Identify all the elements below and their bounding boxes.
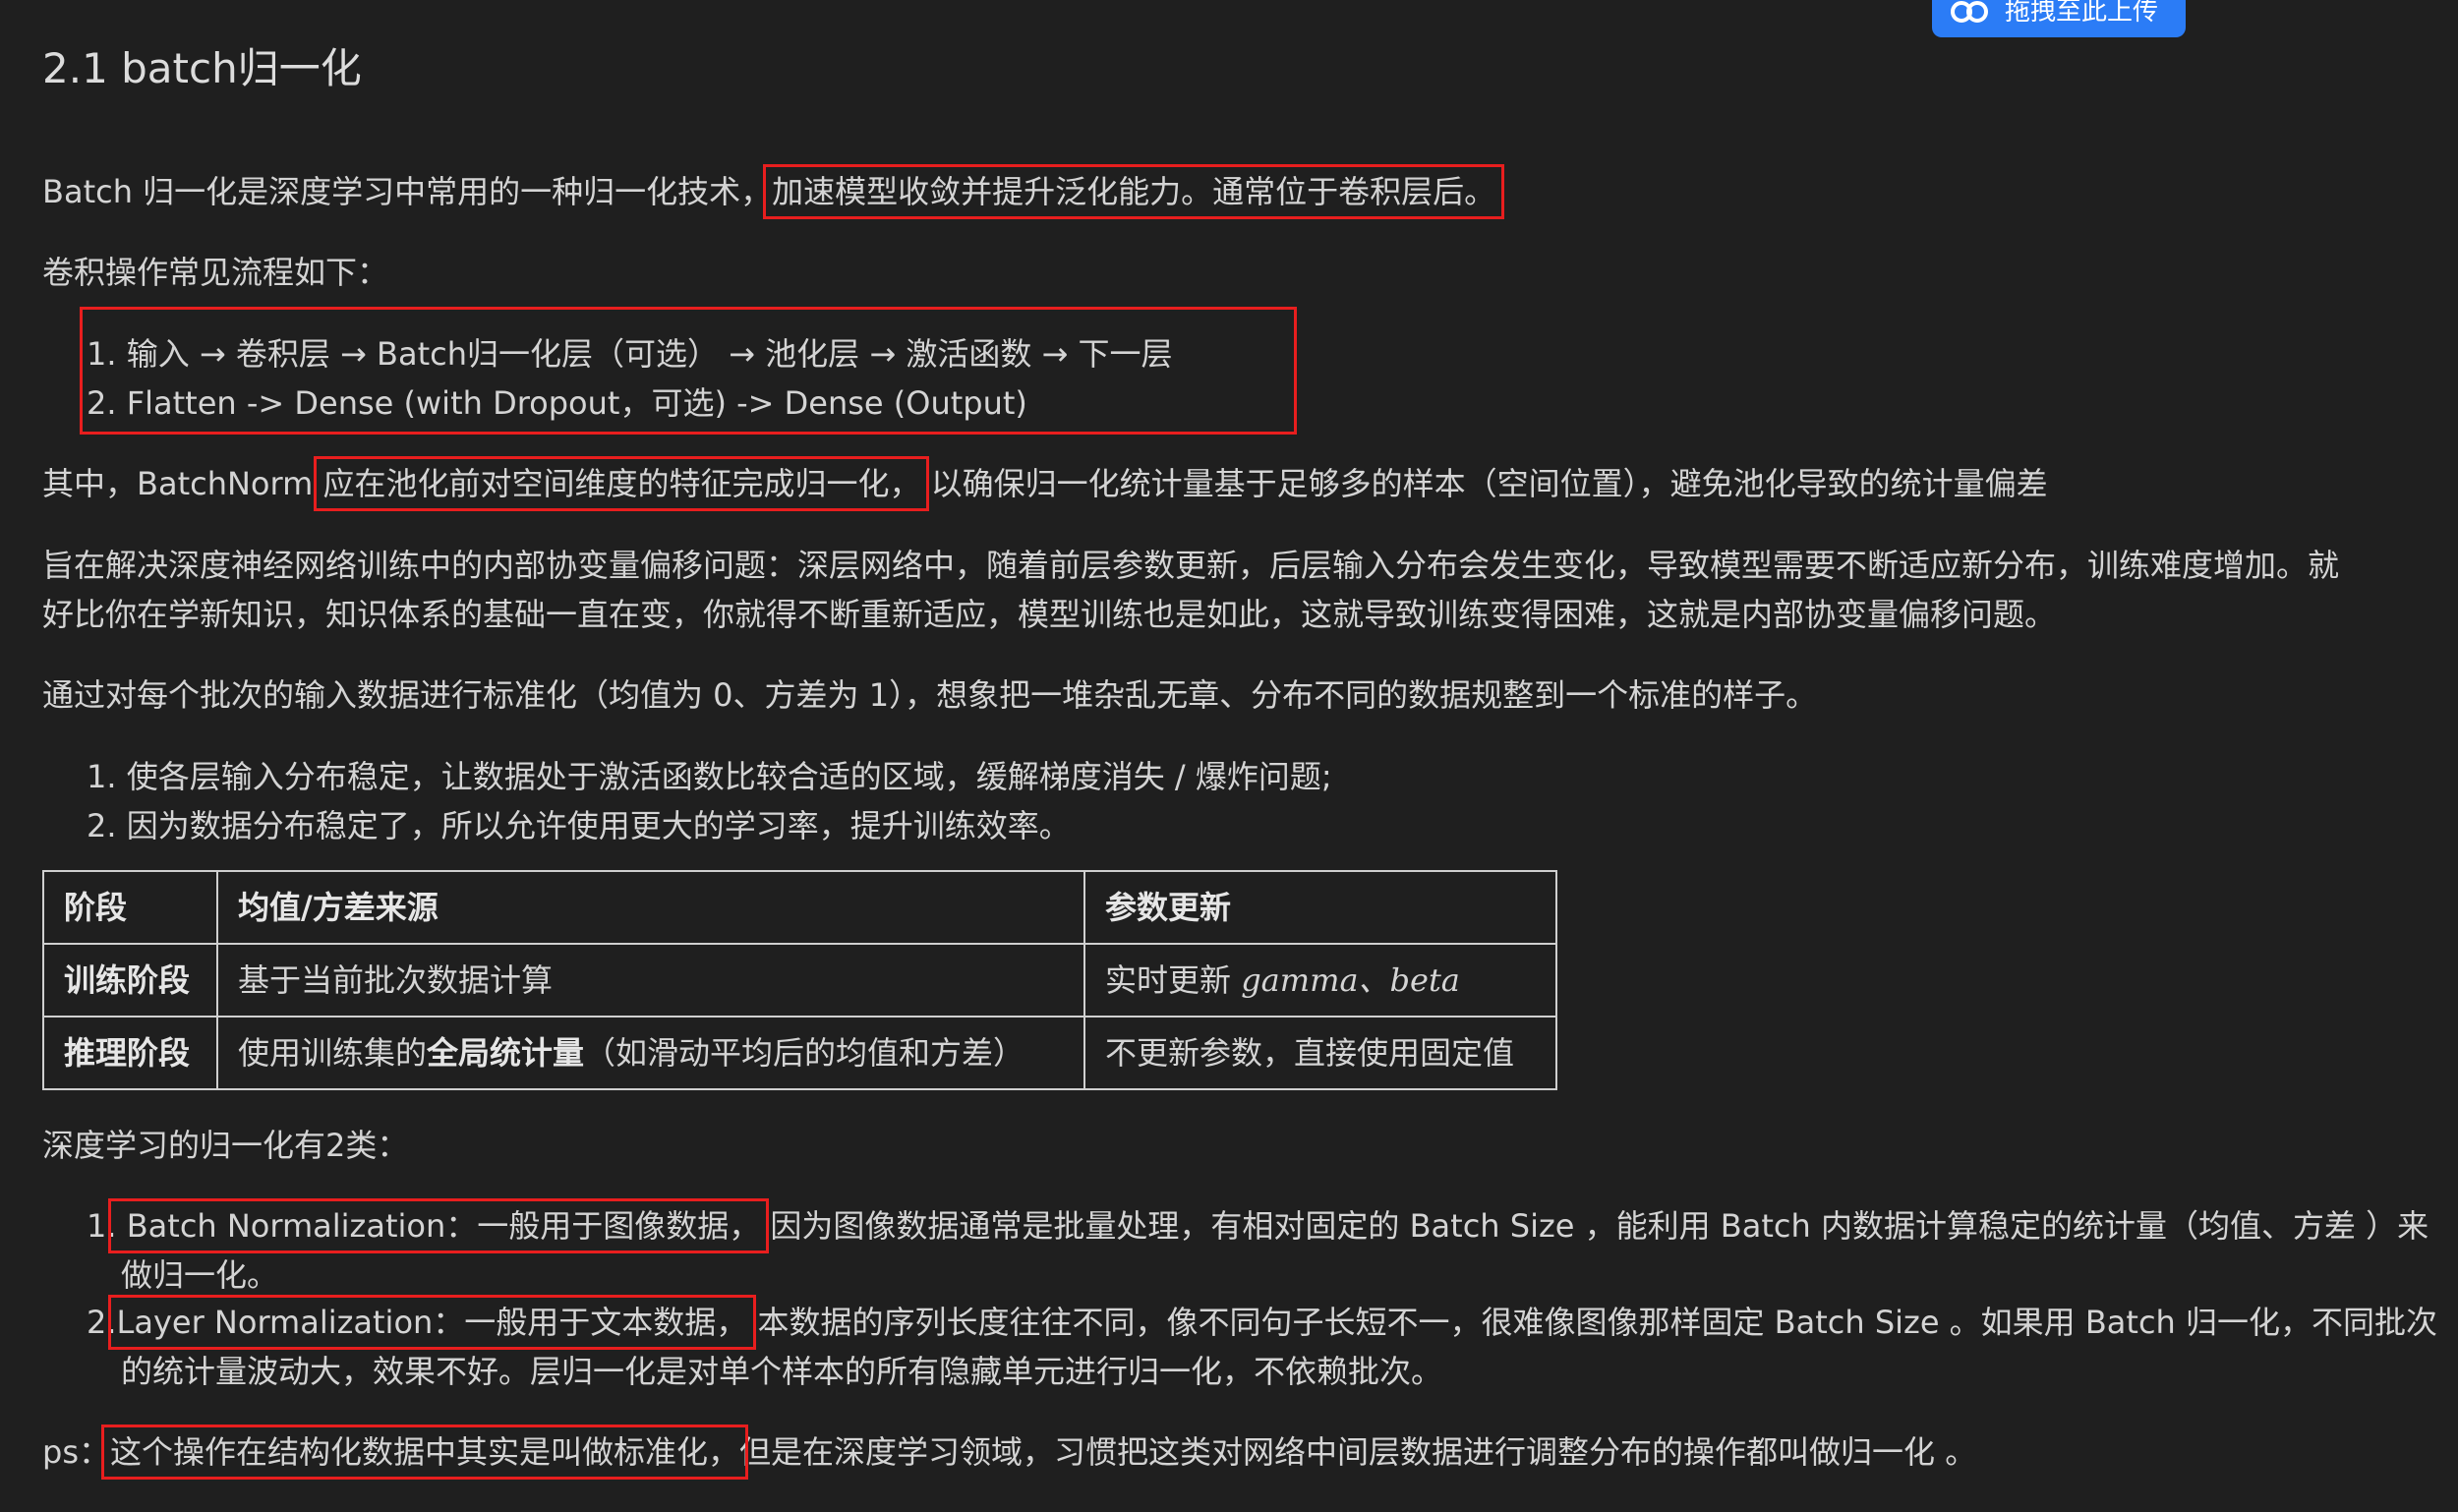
paragraph-covariate-line2: 好比你在学新知识，知识体系的基础一直在变，你就得不断重新适应，模型训练也是如此，… <box>42 596 2057 633</box>
ps-prefix: ps： <box>42 1433 110 1471</box>
benefits-list-item: 2. 因为数据分布稳定了，所以允许使用更大的学习率，提升训练效率。 <box>87 807 1071 844</box>
cloud-link-icon <box>1951 1 1988 23</box>
upload-button[interactable]: 拖拽至此上传 <box>1932 0 2186 37</box>
list-item-text: 本数据的序列长度往往不同，像不同句子长短不一，很难像图像那样固定 Batch S… <box>757 1304 2438 1341</box>
list-item-text: 因为图像数据通常是批量处理，有相对固定的 Batch Size ，能利用 Bat… <box>770 1207 2429 1245</box>
table-header-cell: 均值/方差来源 <box>216 870 1085 945</box>
paragraph-batchnorm: 其中，BatchNorm 应在池化前对空间维度的特征完成归一化， 以确保归一化统… <box>42 456 2048 511</box>
list-number: 1. <box>87 1207 117 1245</box>
list-number: 2. <box>87 1304 117 1341</box>
norm-label: 深度学习的归一化有2类： <box>42 1127 409 1164</box>
update-math: gamma、beta <box>1241 961 1460 999</box>
paragraph-intro: Batch 归一化是深度学习中常用的一种归一化技术，加速模型收敛并提升泛化能力。… <box>42 164 1505 219</box>
batchnorm-text: 其中，BatchNorm <box>42 465 323 502</box>
table-row: 推理阶段 使用训练集的全局统计量（如滑动平均后的均值和方差） 不更新参数，直接使… <box>42 1016 1557 1090</box>
list-item-continuation: 的统计量波动大，效果不好。层归一化是对单个样本的所有隐藏单元进行归一化，不依赖批… <box>121 1353 1443 1390</box>
layernorm-type-highlight: Layer Normalization：一般用于文本数据， <box>107 1295 757 1350</box>
paragraph-standardize: 通过对每个批次的输入数据进行标准化（均值为 0、方差为 1），想象把一堆杂乱无章… <box>42 676 1818 714</box>
update-text: 实时更新 <box>1105 961 1242 999</box>
benefits-list-item: 1. 使各层输入分布稳定，让数据处于激活函数比较合适的区域，缓解梯度消失 / 爆… <box>87 758 1332 795</box>
table-cell-update: 不更新参数，直接使用固定值 <box>1083 1016 1557 1090</box>
list-item: 1. Batch Normalization：一般用于图像数据， 因为图像数据通… <box>87 1198 2429 1253</box>
intro-text: Batch 归一化是深度学习中常用的一种归一化技术， <box>42 173 773 210</box>
flow-label: 卷积操作常见流程如下： <box>42 254 389 291</box>
list-item: 2.Layer Normalization：一般用于文本数据， 本数据的序列长度… <box>87 1295 2438 1350</box>
section-title: 2.1 batch归一化 <box>42 44 362 92</box>
intro-highlight: 加速模型收敛并提升泛化能力。通常位于卷积层后。 <box>763 164 1505 219</box>
ps-text-after: 但是在深度学习领域，习惯把这类对网络中间层数据进行调整分布的操作都叫做归一化 。 <box>739 1433 1977 1471</box>
batchnorm-text-after: 以确保归一化统计量基于足够多的样本（空间位置），避免池化导致的统计量偏差 <box>920 465 2048 502</box>
flow-highlight-box <box>80 307 1297 435</box>
table-cell-stage: 训练阶段 <box>42 943 218 1018</box>
document-page: 拖拽至此上传 2.1 batch归一化 Batch 归一化是深度学习中常用的一种… <box>42 0 2458 1512</box>
batchnorm-type-highlight: Batch Normalization：一般用于图像数据， <box>107 1198 770 1253</box>
source-text-after: （如滑动平均后的均值和方差） <box>584 1034 1025 1072</box>
table-header-row: 阶段 均值/方差来源 参数更新 <box>42 870 1557 945</box>
upload-button-label: 拖拽至此上传 <box>2005 0 2159 27</box>
table-row: 训练阶段 基于当前批次数据计算 实时更新 gamma、beta <box>42 943 1557 1018</box>
comparison-table: 阶段 均值/方差来源 参数更新 训练阶段 基于当前批次数据计算 实时更新 gam… <box>42 870 1557 1090</box>
table-header-cell: 阶段 <box>42 870 218 945</box>
table-cell-update: 实时更新 gamma、beta <box>1083 943 1557 1018</box>
table-cell-source: 基于当前批次数据计算 <box>216 943 1085 1018</box>
ps-highlight: 这个操作在结构化数据中其实是叫做标准化， <box>100 1425 749 1480</box>
table-cell-source: 使用训练集的全局统计量（如滑动平均后的均值和方差） <box>216 1016 1085 1090</box>
table-cell-stage: 推理阶段 <box>42 1016 218 1090</box>
table-header-cell: 参数更新 <box>1083 870 1557 945</box>
source-bold: 全局统计量 <box>427 1034 585 1072</box>
source-text: 使用训练集的 <box>238 1034 428 1072</box>
paragraph-covariate-line1: 旨在解决深度神经网络训练中的内部协变量偏移问题：深层网络中，随着前层参数更新，后… <box>42 547 2340 584</box>
list-item-continuation: 做归一化。 <box>121 1256 279 1294</box>
paragraph-ps: ps：这个操作在结构化数据中其实是叫做标准化，但是在深度学习领域，习惯把这类对网… <box>42 1425 1977 1480</box>
batchnorm-highlight: 应在池化前对空间维度的特征完成归一化， <box>314 456 930 511</box>
